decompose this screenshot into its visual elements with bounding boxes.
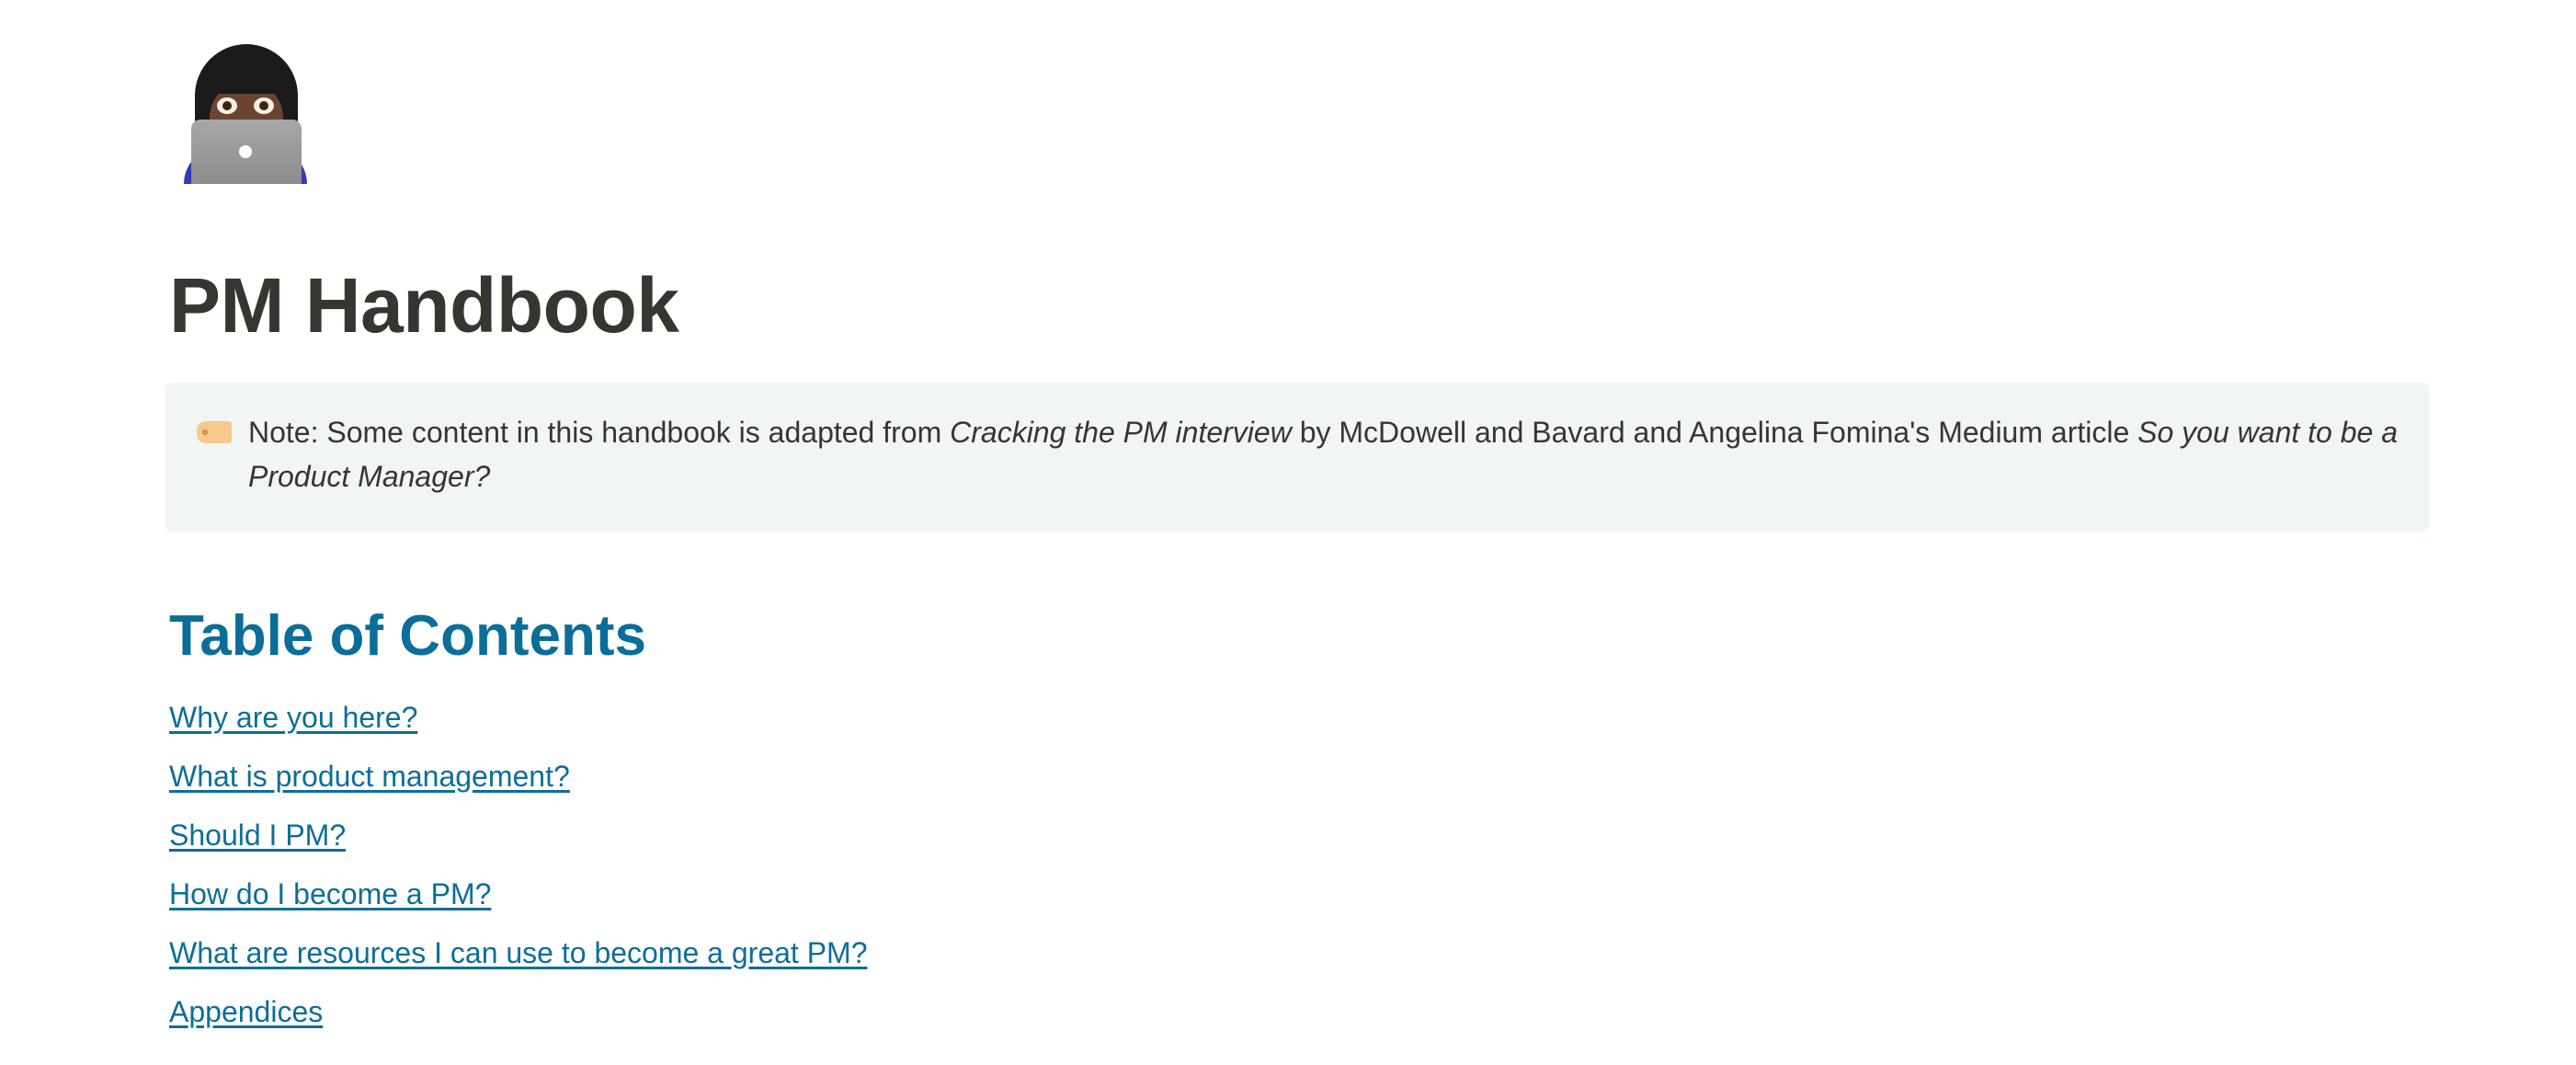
icon-part xyxy=(204,59,289,94)
icon-part xyxy=(239,145,252,158)
toc-heading[interactable]: Table of Contents xyxy=(169,600,646,673)
icon-part xyxy=(202,429,208,435)
page: PM Handbook Note: Some content in this h… xyxy=(0,0,2576,1065)
toc-link-what-is-product-management[interactable]: What is product management? xyxy=(169,760,570,793)
toc-link-why-are-you-here[interactable]: Why are you here? xyxy=(169,701,417,734)
toc-item: What is product management? xyxy=(169,754,867,813)
callout-text[interactable]: Note: Some content in this handbook is a… xyxy=(248,410,2399,498)
callout-text-prefix: Note: Some content in this handbook is a… xyxy=(248,416,951,449)
note-callout: Note: Some content in this handbook is a… xyxy=(165,383,2429,532)
woman-technologist-icon[interactable] xyxy=(180,44,311,184)
toc-item: Should I PM? xyxy=(169,813,867,872)
toc-item: Appendices xyxy=(169,990,867,1048)
toc-link-should-i-pm[interactable]: Should I PM? xyxy=(169,819,346,852)
toc-item: What are resources I can use to become a… xyxy=(169,931,867,990)
label-tag-icon[interactable] xyxy=(193,419,232,447)
toc-link-appendices[interactable]: Appendices xyxy=(169,995,323,1028)
callout-text-middle: by McDowell and Bavard and Angelina Fomi… xyxy=(1291,416,2138,449)
toc-link-how-do-i-become-a-pm[interactable]: How do I become a PM? xyxy=(169,877,491,910)
callout-book-title: Cracking the PM interview xyxy=(950,416,1292,449)
toc-item: How do I become a PM? xyxy=(169,872,867,931)
icon-part xyxy=(254,97,274,114)
page-title[interactable]: PM Handbook xyxy=(169,258,679,353)
toc-item: Why are you here? xyxy=(169,695,867,754)
table-of-contents: Why are you here? What is product manage… xyxy=(169,695,867,1048)
toc-link-resources[interactable]: What are resources I can use to become a… xyxy=(169,936,867,969)
icon-part xyxy=(217,97,237,114)
